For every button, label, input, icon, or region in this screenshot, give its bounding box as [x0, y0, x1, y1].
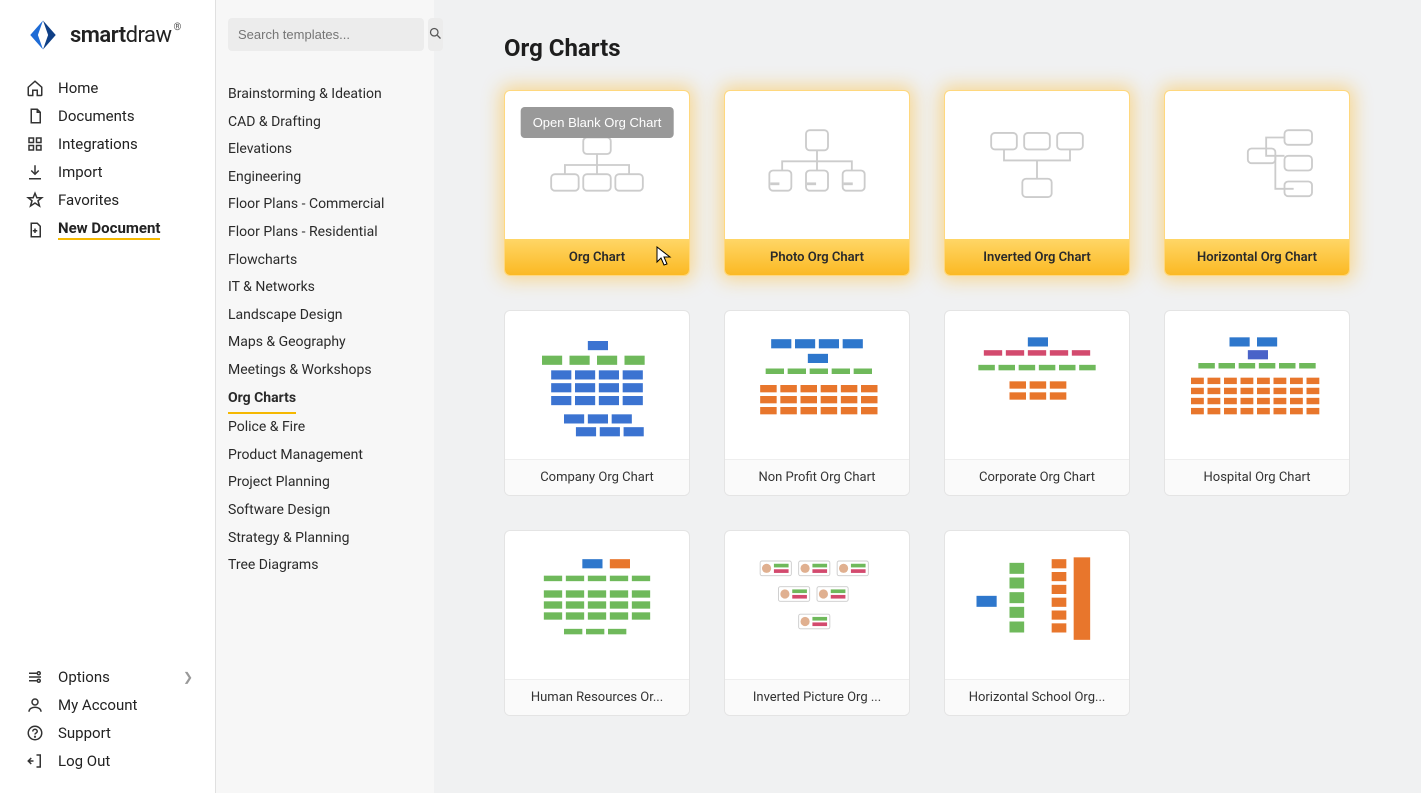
card-label: Horizontal School Org... — [945, 679, 1129, 715]
category-item[interactable]: Floor Plans - Commercial — [228, 191, 420, 219]
logout-icon — [26, 752, 44, 770]
template-card[interactable]: Horizontal School Org... — [944, 530, 1130, 716]
sidebar-item-import[interactable]: Import — [22, 158, 193, 186]
brand-logo[interactable]: smartdraw ® — [0, 18, 215, 74]
category-item[interactable]: Org Charts — [228, 385, 296, 415]
sidebar-bottom-nav: Options ❯ My Account Support Log Out — [0, 663, 215, 775]
nav-label: My Account — [58, 696, 137, 714]
sidebar-item-favorites[interactable]: Favorites — [22, 186, 193, 214]
category-item[interactable]: Flowcharts — [228, 247, 420, 275]
template-card[interactable]: Horizontal Org Chart — [1164, 90, 1350, 276]
template-card[interactable]: Open Blank Org Chart Org Chart — [504, 90, 690, 276]
home-icon — [26, 79, 44, 97]
sidebar-item-logout[interactable]: Log Out — [22, 747, 193, 775]
search-wrap — [228, 18, 420, 51]
template-card[interactable]: Hospital Org Chart — [1164, 310, 1350, 496]
template-grid: Open Blank Org Chart Org Chart Photo Org C… — [504, 90, 1381, 716]
card-label: Inverted Org Chart — [945, 239, 1129, 275]
card-preview — [725, 531, 909, 679]
card-preview — [1165, 91, 1349, 239]
card-label: Photo Org Chart — [725, 239, 909, 275]
nav-label: Support — [58, 724, 111, 742]
template-card[interactable]: Inverted Org Chart — [944, 90, 1130, 276]
card-label: Horizontal Org Chart — [1165, 239, 1349, 275]
template-card[interactable]: Human Resources Or... — [504, 530, 690, 716]
nav-label: New Document — [58, 219, 160, 240]
card-label: Company Org Chart — [505, 459, 689, 495]
options-icon — [26, 668, 44, 686]
new-document-icon — [26, 221, 44, 239]
card-label: Org Chart — [505, 239, 689, 275]
logo-icon — [26, 18, 60, 52]
category-item[interactable]: Brainstorming & Ideation — [228, 81, 420, 109]
category-item[interactable]: Police & Fire — [228, 414, 420, 442]
category-item[interactable]: Engineering — [228, 164, 420, 192]
card-label: Inverted Picture Org ... — [725, 679, 909, 715]
card-label: Non Profit Org Chart — [725, 459, 909, 495]
nav-label: Integrations — [58, 135, 138, 153]
nav-label: Home — [58, 79, 98, 97]
sidebar: smartdraw ® Home Documents Integrations … — [0, 0, 216, 793]
template-card[interactable]: Non Profit Org Chart — [724, 310, 910, 496]
template-card[interactable]: Company Org Chart — [504, 310, 690, 496]
import-icon — [26, 163, 44, 181]
card-label: Human Resources Or... — [505, 679, 689, 715]
template-card[interactable]: Corporate Org Chart — [944, 310, 1130, 496]
documents-icon — [26, 107, 44, 125]
sidebar-item-integrations[interactable]: Integrations — [22, 130, 193, 158]
card-preview: Open Blank Org Chart — [505, 91, 689, 239]
logo-trademark: ® — [174, 22, 182, 33]
integrations-icon — [26, 135, 44, 153]
nav-label: Options — [58, 668, 110, 686]
category-item[interactable]: Landscape Design — [228, 302, 420, 330]
category-item[interactable]: Strategy & Planning — [228, 525, 420, 553]
sidebar-item-support[interactable]: Support — [22, 719, 193, 747]
card-preview — [505, 311, 689, 459]
sidebar-item-documents[interactable]: Documents — [22, 102, 193, 130]
category-item[interactable]: IT & Networks — [228, 274, 420, 302]
category-item[interactable]: Project Planning — [228, 469, 420, 497]
template-card[interactable]: Photo Org Chart — [724, 90, 910, 276]
sidebar-item-options[interactable]: Options ❯ — [22, 663, 193, 691]
sidebar-item-home[interactable]: Home — [22, 74, 193, 102]
category-item[interactable]: Elevations — [228, 136, 420, 164]
category-item[interactable]: CAD & Drafting — [228, 109, 420, 137]
card-preview — [725, 91, 909, 239]
nav-label: Favorites — [58, 191, 119, 209]
category-list: Brainstorming & IdeationCAD & DraftingEl… — [228, 81, 420, 580]
logo-text: smartdraw — [70, 23, 172, 48]
card-label: Hospital Org Chart — [1165, 459, 1349, 495]
category-item[interactable]: Software Design — [228, 497, 420, 525]
card-preview — [505, 531, 689, 679]
card-label: Corporate Org Chart — [945, 459, 1129, 495]
category-item[interactable]: Meetings & Workshops — [228, 357, 420, 385]
category-item[interactable]: Tree Diagrams — [228, 552, 420, 580]
nav-label: Log Out — [58, 752, 110, 770]
sidebar-nav: Home Documents Integrations Import Favor… — [0, 74, 215, 245]
category-item[interactable]: Product Management — [228, 442, 420, 470]
chevron-right-icon: ❯ — [183, 670, 193, 684]
page-title: Org Charts — [504, 34, 1381, 62]
card-preview — [945, 531, 1129, 679]
favorites-icon — [26, 191, 44, 209]
card-preview — [945, 91, 1129, 239]
card-preview — [725, 311, 909, 459]
category-item[interactable]: Floor Plans - Residential — [228, 219, 420, 247]
template-card[interactable]: Inverted Picture Org ... — [724, 530, 910, 716]
nav-label: Import — [58, 163, 103, 181]
card-preview — [1165, 311, 1349, 459]
search-input[interactable] — [228, 18, 424, 51]
card-preview — [945, 311, 1129, 459]
category-panel: Brainstorming & IdeationCAD & DraftingEl… — [216, 0, 434, 793]
category-item[interactable]: Maps & Geography — [228, 329, 420, 357]
account-icon — [26, 696, 44, 714]
main-content: Org Charts Open Blank Org Chart Org Chart… — [434, 0, 1421, 793]
support-icon — [26, 724, 44, 742]
nav-label: Documents — [58, 107, 135, 125]
sidebar-item-new-document[interactable]: New Document — [22, 214, 193, 245]
sidebar-item-account[interactable]: My Account — [22, 691, 193, 719]
open-blank-button[interactable]: Open Blank Org Chart — [521, 107, 674, 138]
sidebar-spacer — [0, 245, 215, 663]
